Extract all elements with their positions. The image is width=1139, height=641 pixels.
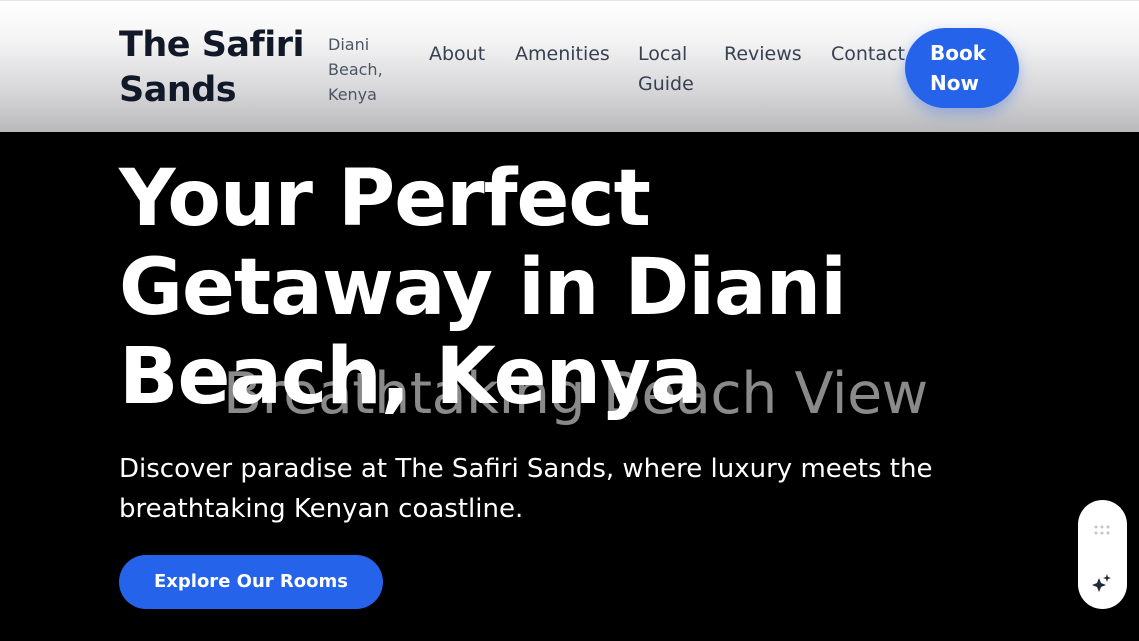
nav-link-reviews[interactable]: Reviews	[724, 39, 802, 69]
brand-logo[interactable]: The Safiri Sands	[119, 23, 309, 113]
hero-subtitle: Discover paradise at The Safiri Sands, w…	[119, 454, 933, 524]
location-line1: Diani	[328, 35, 370, 54]
book-now-label-line2: Now	[930, 71, 979, 95]
explore-rooms-button[interactable]: Explore Our Rooms	[119, 555, 383, 609]
site-header: The Safiri Sands Diani Beach, Kenya Abou…	[0, 0, 1139, 132]
nav-link-contact[interactable]: Contact	[831, 39, 905, 69]
page: The Safiri Sands Diani Beach, Kenya Abou…	[0, 0, 1139, 641]
location-tagline: Diani Beach, Kenya	[328, 32, 398, 107]
sparkle-icon[interactable]	[1091, 572, 1113, 594]
location-line2: Beach,	[328, 60, 383, 79]
book-now-label-line1: Book	[930, 41, 987, 65]
brand-name-line1: The Safiri	[119, 25, 305, 65]
nav-link-local-guide[interactable]: Local Guide	[638, 39, 708, 99]
hero-title: Your Perfect Getaway in Diani Beach, Ken…	[119, 154, 847, 422]
floating-widget	[1078, 500, 1127, 609]
grip-dots-icon[interactable]	[1094, 525, 1110, 535]
nav-link-about[interactable]: About	[429, 39, 485, 69]
location-line3: Kenya	[328, 85, 377, 104]
book-now-button[interactable]: Book Now	[905, 28, 1019, 108]
brand-name-line2: Sands	[119, 70, 237, 110]
nav-link-amenities[interactable]: Amenities	[515, 39, 610, 69]
